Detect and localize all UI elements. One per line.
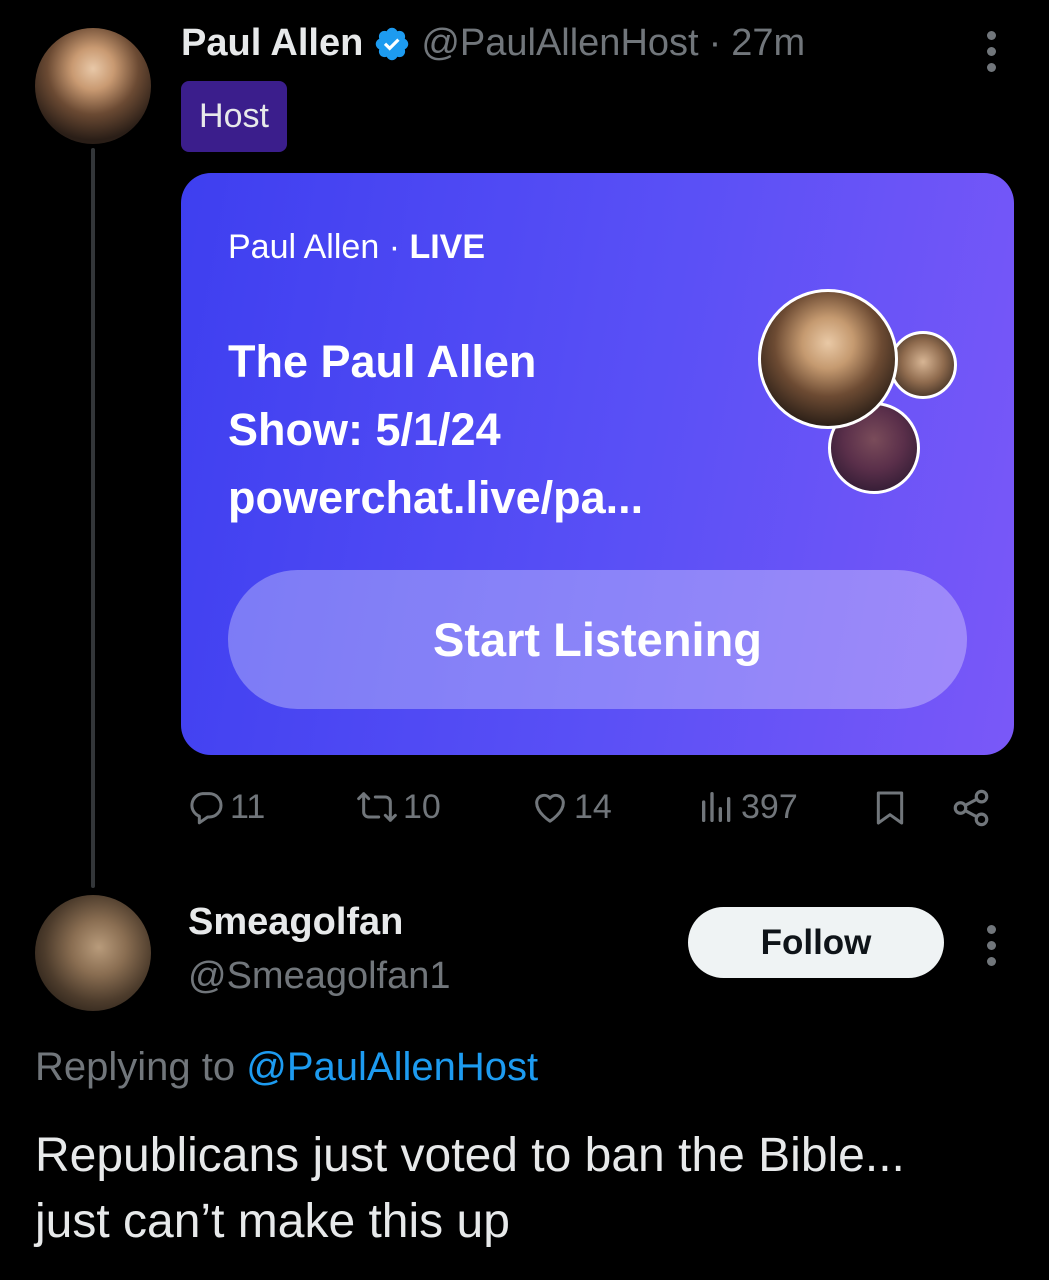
view-count: 397	[741, 787, 798, 826]
repost-icon	[357, 792, 397, 822]
start-listening-button[interactable]: Start Listening	[228, 570, 967, 709]
replying-prefix: Replying to	[35, 1045, 236, 1089]
reply-action[interactable]: 11	[186, 787, 265, 827]
space-card[interactable]: Paul Allen · LIVE The Paul Allen Show: 5…	[181, 173, 1014, 755]
reply-icon	[190, 792, 223, 825]
bookmark-icon	[876, 791, 904, 825]
reply-text-line: Republicans just voted to ban the Bible.…	[35, 1129, 905, 1182]
space-title-line: The Paul Allen	[228, 336, 537, 387]
reply-author-handle[interactable]: @Smeagolfan1	[188, 955, 451, 998]
share-icon	[953, 789, 989, 827]
more-options-icon[interactable]	[986, 925, 996, 966]
thread-line	[91, 148, 95, 888]
follow-button[interactable]: Follow	[688, 907, 944, 978]
verified-badge-icon[interactable]	[373, 25, 411, 63]
replying-handle-link[interactable]: @PaulAllenHost	[246, 1045, 538, 1089]
speaker-avatar	[889, 331, 957, 399]
post-time[interactable]: 27m	[731, 22, 805, 65]
reply-author-name[interactable]: Smeagolfan	[188, 901, 403, 944]
space-host-line: Paul Allen · LIVE	[228, 228, 485, 267]
replying-to: Replying to @PaulAllenHost	[35, 1045, 538, 1090]
heart-icon	[535, 793, 565, 823]
space-title: The Paul Allen Show: 5/1/24 powerchat.li…	[228, 328, 748, 532]
space-title-line: powerchat.live/pa...	[228, 472, 644, 523]
more-options-icon[interactable]	[986, 31, 996, 72]
avatar-paul-allen[interactable]	[35, 28, 151, 144]
like-count: 14	[574, 787, 612, 826]
bookmark-button[interactable]	[870, 787, 910, 834]
repost-count: 10	[403, 787, 441, 826]
author-handle[interactable]: @PaulAllenHost	[421, 22, 698, 65]
views-icon	[702, 792, 731, 822]
reply-text-line: just can’t make this up	[35, 1195, 510, 1248]
reply-text: Republicans just voted to ban the Bible.…	[35, 1123, 1035, 1255]
views-action[interactable]: 397	[697, 787, 798, 827]
space-separator: ·	[388, 228, 401, 266]
avatar-smeagolfan[interactable]	[35, 895, 151, 1011]
share-button[interactable]	[950, 787, 992, 834]
host-badge: Host	[181, 81, 287, 152]
reply-count: 11	[230, 787, 266, 826]
space-title-line: Show: 5/1/24	[228, 404, 501, 455]
like-action[interactable]: 14	[530, 787, 612, 827]
host-speaker-avatar	[758, 289, 898, 429]
space-host-name: Paul Allen	[228, 228, 380, 266]
dot-separator: ·	[708, 22, 722, 64]
author-name[interactable]: Paul Allen	[181, 22, 363, 65]
live-status: LIVE	[409, 228, 486, 266]
post-header: Paul Allen @PaulAllenHost · 27m	[181, 22, 805, 65]
repost-action[interactable]: 10	[355, 787, 441, 827]
